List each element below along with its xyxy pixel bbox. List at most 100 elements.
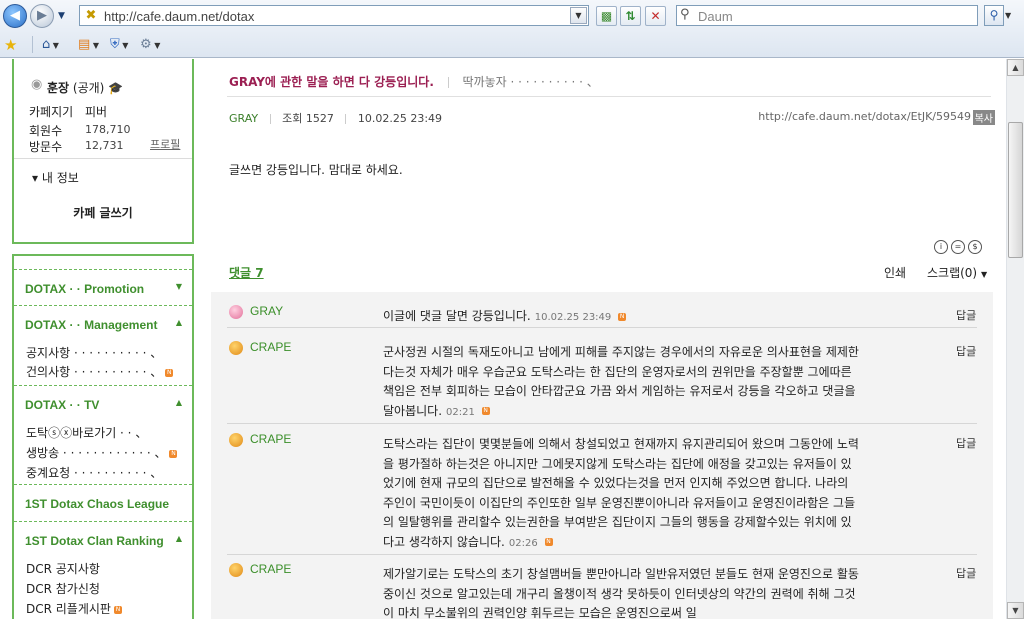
no-derivatives-icon: = (951, 240, 965, 254)
new-badge-icon: N (113, 605, 122, 614)
menu-item-dcr-signup[interactable]: DCR 참가신청 (26, 580, 100, 597)
menu-group-title[interactable]: 1ST Dotax Chaos League (25, 497, 169, 511)
comment-count[interactable]: 댓글 7 (229, 264, 264, 281)
post-url[interactable]: http://cafe.daum.net/dotax/EtJK/59549 (758, 110, 971, 123)
menu-group-clan-ranking[interactable]: 1ST Dotax Clan Ranking ▲ (14, 521, 192, 557)
menu-item-dcr-replay[interactable]: DCR 리플게시판 N (26, 600, 122, 617)
page-icon[interactable]: ▤ ▼ (78, 36, 99, 54)
gear-icon[interactable]: ⚙ ▼ (140, 36, 160, 54)
post-author[interactable]: GRAY (229, 112, 258, 125)
comment-text: 군사정권 시절의 독재도아니고 남에게 피해를 주지않는 경우에서의 자유로운 … (383, 343, 861, 422)
stat-value: 피버 (85, 105, 108, 119)
menu-item-label[interactable]: 중계요청 · · · · · · · · · · 、 (26, 466, 162, 480)
menu-group-title[interactable]: 1ST Dotax Clan Ranking (25, 534, 164, 548)
stat-value: 178,710 (85, 123, 131, 136)
menu-group-title[interactable]: DOTAX · · TV (25, 398, 99, 412)
menu-item-label[interactable]: 건의사항 · · · · · · · · · · 、 (26, 365, 162, 379)
star-icon[interactable]: ★ (4, 36, 17, 54)
back-arrow-icon[interactable]: ◀ (3, 4, 27, 28)
search-placeholder: Daum (698, 9, 733, 24)
menu-group-management[interactable]: DOTAX · · Management ▲ (14, 305, 192, 341)
stat-label: 카페지기 (29, 105, 74, 119)
post-author-nickname[interactable]: 딱까놓자 · · · · · · · · · · 、 (463, 75, 599, 89)
reply-button[interactable]: 답글 (956, 343, 976, 359)
scrap-label[interactable]: 스크랩(0) (927, 266, 977, 280)
peach-icon (229, 305, 243, 319)
shield-icon[interactable]: ⛨ ▼ (110, 36, 128, 54)
vertical-scrollbar[interactable]: ▲ ▼ (1006, 59, 1024, 619)
divider (269, 114, 271, 124)
pineapple-icon (229, 341, 243, 355)
scrollbar-thumb[interactable] (1008, 122, 1023, 258)
menu-item-shortcut[interactable]: 도탁ⓢⓧ바로가기 · · 、 (26, 424, 147, 441)
refresh-icon[interactable]: ⇅ (620, 6, 641, 26)
menu-item-label[interactable]: DCR 공지사항 (26, 562, 100, 576)
home-icon[interactable]: ⌂ ▼ (42, 36, 59, 54)
chevron-down-icon[interactable]: ▼ (981, 270, 987, 279)
menu-group-promotion[interactable]: DOTAX · · Promotion ▼ (14, 269, 192, 305)
menu-item-label[interactable]: 생방송 · · · · · · · · · · · · 、 (26, 446, 166, 460)
post-title-row: GRAY에 관한 말을 하면 다 강등입니다. 딱까놓자 · · · · · ·… (229, 73, 599, 90)
post-title: GRAY에 관한 말을 하면 다 강등입니다. (229, 75, 434, 89)
stat-value: 12,731 (85, 139, 124, 152)
collapse-arrow-icon[interactable]: ▲ (176, 318, 182, 327)
divider (14, 158, 192, 159)
divider (227, 96, 991, 97)
profile-link[interactable]: 프로필 (150, 136, 180, 152)
scroll-up-arrow-icon[interactable]: ▲ (1007, 59, 1024, 76)
forward-arrow-icon[interactable]: ▶ (30, 4, 54, 28)
post-meta: GRAY 조회 1527 10.02.25 23:49 http://cafe.… (229, 110, 995, 126)
menu-item-label[interactable]: DCR 참가신청 (26, 582, 100, 596)
new-badge-icon: N (165, 368, 174, 377)
collapse-arrow-icon[interactable]: ▲ (176, 534, 182, 543)
menu-item-broadcast-request[interactable]: 중계요청 · · · · · · · · · · 、 (26, 464, 162, 481)
search-options-dropdown-icon[interactable]: ▼ (1005, 11, 1011, 20)
reply-button[interactable]: 답글 (956, 565, 976, 581)
url-text[interactable]: http://cafe.daum.net/dotax (104, 9, 254, 24)
write-post-button[interactable]: 카페 글쓰기 (14, 204, 192, 221)
menu-group-tv[interactable]: DOTAX · · TV ▲ (14, 385, 192, 421)
pineapple-icon (229, 433, 243, 447)
menu-item-label[interactable]: DCR 리플게시판 (26, 602, 111, 616)
reply-button[interactable]: 답글 (956, 435, 976, 451)
scroll-down-arrow-icon[interactable]: ▼ (1007, 602, 1024, 619)
comment-text: 이글에 댓글 달면 강등입니다. 10.02.25 23:49 N (383, 307, 861, 328)
menu-item-live[interactable]: 생방송 · · · · · · · · · · · · 、 N (26, 444, 178, 461)
non-commercial-icon: $ (968, 240, 982, 254)
member-level: 훈장 (공개) 🎓 (47, 79, 123, 96)
stop-icon[interactable]: ✕ (645, 6, 666, 26)
menu-item-dcr-notice[interactable]: DCR 공지사항 (26, 560, 100, 577)
menu-item-suggestion[interactable]: 건의사항 · · · · · · · · · · 、 N (26, 363, 174, 380)
comment-author[interactable]: CRAPE (250, 340, 291, 354)
view-count: 조회 1527 (282, 112, 334, 125)
menu-item-notice[interactable]: 공지사항 · · · · · · · · · · 、 (26, 344, 162, 361)
comment-text: 제가알기로는 도탁스의 초기 창설맴버들 뿐만아니라 일반유저였던 분들도 현재… (383, 565, 861, 619)
collapse-arrow-icon[interactable]: ▲ (176, 398, 182, 407)
my-info-toggle[interactable]: ▾ 내 정보 (32, 169, 79, 186)
recent-pages-dropdown-icon[interactable]: ▼ (58, 9, 70, 23)
menu-group-chaos-league[interactable]: 1ST Dotax Chaos League (14, 484, 192, 520)
comment-body: 제가알기로는 도탁스의 초기 창설맴버들 뿐만아니라 일반유저였던 분들도 현재… (383, 567, 859, 619)
scrap-link[interactable]: 스크랩(0) ▼ (927, 264, 987, 281)
search-input[interactable]: ⚲ Daum (676, 5, 978, 26)
menu-item-label[interactable]: 공지사항 · · · · · · · · · · 、 (26, 346, 162, 360)
url-dropdown-icon[interactable]: ▼ (570, 7, 587, 24)
comment-body: 이글에 댓글 달면 강등입니다. (383, 309, 531, 323)
member-level-visibility: (공개) (72, 81, 105, 95)
new-badge-icon: N (169, 449, 178, 458)
menu-item-label[interactable]: 도탁ⓢⓧ바로가기 · · 、 (26, 426, 147, 440)
comment-author[interactable]: CRAPE (250, 562, 291, 576)
collapse-arrow-icon[interactable]: ▼ (176, 282, 182, 291)
comment-author[interactable]: GRAY (250, 304, 283, 318)
copy-url-button[interactable]: 복사 (972, 110, 995, 125)
license-icons: i = $ (934, 238, 994, 254)
reply-button[interactable]: 답글 (956, 307, 976, 323)
address-bar[interactable]: ✖ http://cafe.daum.net/dotax ▼ (79, 5, 589, 26)
comment-author[interactable]: CRAPE (250, 432, 291, 446)
compatibility-icon[interactable]: ▩ (596, 6, 617, 26)
search-button[interactable]: ⚲ (984, 5, 1004, 26)
graduation-cap-icon: 🎓 (108, 81, 124, 95)
menu-group-title[interactable]: DOTAX · · Promotion (25, 282, 144, 296)
menu-group-title[interactable]: DOTAX · · Management (25, 318, 157, 332)
print-link[interactable]: 인쇄 (884, 264, 906, 281)
